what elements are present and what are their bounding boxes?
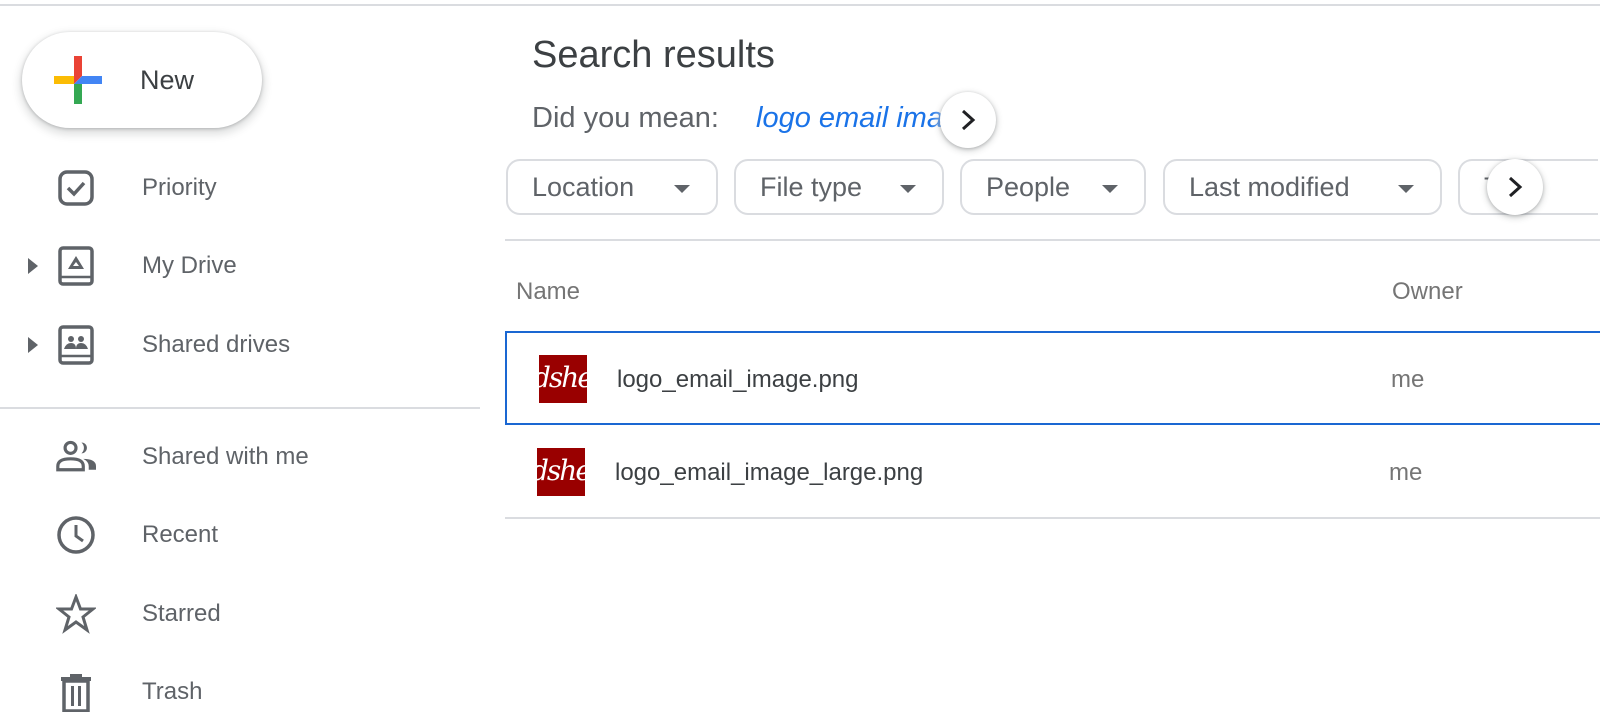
- dropdown-arrow-icon: [900, 185, 916, 193]
- sidebar-item-shared-drives[interactable]: Shared drives: [0, 317, 470, 373]
- page-title: Search results: [532, 34, 775, 76]
- file-name: logo_email_image_large.png: [615, 459, 924, 486]
- my-drive-icon: [58, 246, 94, 286]
- filter-label: File type: [760, 171, 863, 202]
- checkbox-icon: [58, 170, 94, 206]
- filters-scroll-right-button[interactable]: [1487, 159, 1543, 215]
- filters-divider: [505, 239, 1600, 241]
- sidebar-item-shared-with-me[interactable]: Shared with me: [0, 429, 470, 485]
- chevron-right-icon: [961, 109, 976, 131]
- caret-right-icon[interactable]: [27, 335, 39, 355]
- clock-icon: [57, 516, 95, 554]
- thumbnail-text: dshee: [537, 454, 585, 487]
- file-name: logo_email_image.png: [617, 366, 859, 393]
- filter-people[interactable]: People: [960, 159, 1146, 215]
- people-icon: [56, 440, 96, 472]
- sidebar-item-starred[interactable]: Starred: [0, 586, 470, 642]
- thumbnail-text: dshee: [539, 361, 587, 394]
- caret-right-icon[interactable]: [27, 256, 39, 276]
- suggestion-scroll-right-button[interactable]: [940, 92, 996, 148]
- sidebar-divider: [0, 407, 480, 409]
- filter-location[interactable]: Location: [506, 159, 718, 215]
- file-thumbnail: dshee: [539, 355, 587, 403]
- main-content: Search results Did you mean: logo email …: [480, 6, 1600, 722]
- sidebar-item-label: Priority: [142, 174, 217, 201]
- column-header-owner: Owner: [1392, 278, 1463, 305]
- filter-label: Location: [532, 171, 635, 202]
- sidebar-item-my-drive[interactable]: My Drive: [0, 238, 470, 294]
- sidebar-item-label: My Drive: [142, 252, 237, 279]
- file-owner: me: [1391, 366, 1425, 393]
- filter-last-modified[interactable]: Last modified: [1163, 159, 1442, 215]
- dropdown-arrow-icon: [1398, 185, 1414, 193]
- sidebar-item-priority[interactable]: Priority: [0, 160, 470, 216]
- sidebar-item-label: Starred: [142, 600, 221, 627]
- sidebar-item-label: Recent: [142, 521, 219, 548]
- filter-file-type[interactable]: File type: [734, 159, 944, 215]
- shared-drives-icon: [58, 325, 94, 365]
- star-icon: [56, 594, 96, 634]
- sidebar: New Priority My Drive Shared drives Shar…: [0, 6, 480, 722]
- google-plus-icon: [54, 56, 102, 104]
- filter-label: People: [986, 171, 1071, 202]
- filter-chips: Location File type People Last modified …: [506, 159, 1600, 215]
- file-thumbnail: dshee: [537, 448, 585, 496]
- sidebar-item-trash[interactable]: Trash: [0, 664, 470, 720]
- column-header-name[interactable]: Name: [516, 278, 580, 306]
- trash-icon: [61, 674, 91, 712]
- file-row[interactable]: dshee logo_email_image.png me: [505, 331, 1600, 425]
- sidebar-item-label: Shared with me: [142, 443, 309, 470]
- list-bottom-divider: [505, 517, 1600, 519]
- filter-label: Last modified: [1189, 171, 1350, 202]
- chevron-right-icon: [1508, 176, 1523, 198]
- sidebar-item-label: Shared drives: [142, 331, 291, 358]
- file-owner: me: [1389, 459, 1423, 486]
- dropdown-arrow-icon: [1102, 185, 1118, 193]
- file-row[interactable]: dshee logo_email_image_large.png me: [505, 426, 1600, 520]
- sidebar-item-label: Trash: [142, 678, 203, 705]
- new-button[interactable]: New: [22, 32, 262, 128]
- new-button-label: New: [140, 65, 195, 95]
- dropdown-arrow-icon: [674, 185, 690, 193]
- sidebar-item-recent[interactable]: Recent: [0, 507, 470, 563]
- did-you-mean-prefix: Did you mean:: [532, 102, 719, 134]
